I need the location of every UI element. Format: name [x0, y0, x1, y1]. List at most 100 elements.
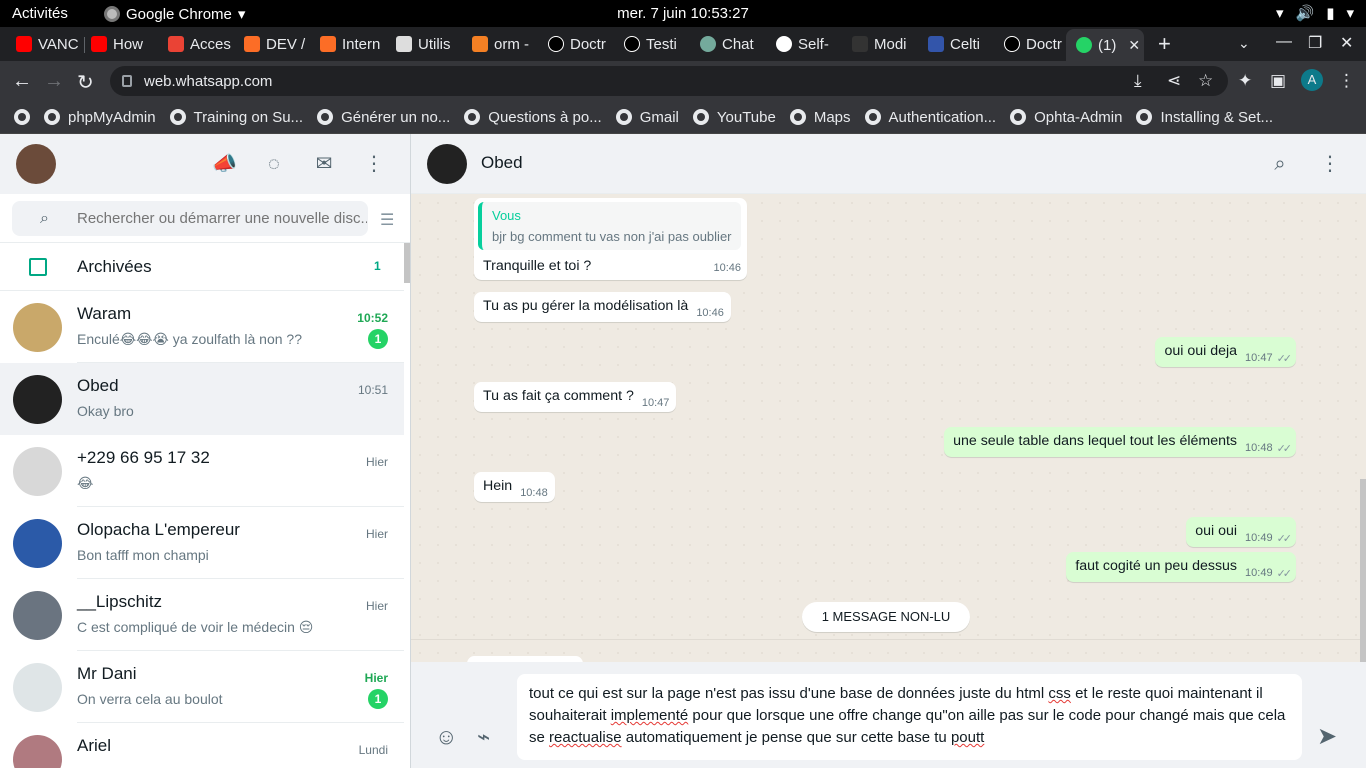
- back-button[interactable]: ←: [12, 70, 32, 93]
- tab[interactable]: Doctr: [988, 31, 1069, 57]
- reload-button[interactable]: ↻: [77, 70, 94, 95]
- tab[interactable]: Utilis: [380, 31, 461, 57]
- stackoverflow-icon: [472, 36, 488, 52]
- maximize-button[interactable]: ❐: [1308, 33, 1322, 53]
- bookmark-item[interactable]: Générer un no...: [317, 109, 450, 126]
- user-avatar[interactable]: [16, 144, 56, 184]
- attach-icon[interactable]: ⌁: [477, 724, 490, 750]
- chat-row[interactable]: Olopacha L'empereur Hier Bon tafff mon c…: [0, 507, 404, 579]
- tab[interactable]: Self-: [760, 31, 841, 57]
- chat-name: Obed: [77, 376, 119, 395]
- symfony-icon: [548, 36, 564, 52]
- archived-row[interactable]: Archivées 1: [0, 243, 404, 291]
- tab-search-icon[interactable]: ⌄: [1238, 35, 1250, 52]
- search-icon[interactable]: ⌕: [1268, 152, 1292, 176]
- bookmark-item[interactable]: Installing & Set...: [1136, 109, 1273, 126]
- filter-icon[interactable]: ☰: [380, 210, 394, 230]
- tab[interactable]: Celti: [912, 31, 993, 57]
- address-bar[interactable]: web.whatsapp.com: [110, 66, 1228, 96]
- tab[interactable]: DEV /: [228, 31, 309, 57]
- forward-button[interactable]: →: [44, 70, 64, 93]
- tab[interactable]: Testi: [608, 31, 689, 57]
- sidebar-scrollbar[interactable]: [404, 243, 410, 283]
- tab[interactable]: Chat: [684, 31, 765, 57]
- tab-label: VANC: [38, 35, 79, 53]
- chat-time: Hier: [364, 671, 388, 685]
- send-icon[interactable]: ➤: [1317, 722, 1337, 751]
- bookmark-item[interactable]: phpMyAdmin: [44, 109, 156, 126]
- bookmark-item[interactable]: Maps: [789, 109, 851, 126]
- conversation-scrollbar[interactable]: [1360, 479, 1366, 662]
- search-icon: ⌕: [40, 209, 49, 227]
- message-incoming[interactable]: Tu as pu gérer la modélisation là 10:46: [474, 292, 731, 322]
- tab[interactable]: Modi: [836, 31, 917, 57]
- menu-icon[interactable]: ⋮: [362, 152, 386, 176]
- app-menu[interactable]: Google Chrome ▾: [104, 5, 245, 23]
- browser-menu-icon[interactable]: ⋮: [1338, 71, 1355, 91]
- chat-row[interactable]: Mr Dani Hier On verra cela au boulot 1: [0, 651, 404, 723]
- status-icon[interactable]: ◌: [262, 152, 286, 176]
- extensions-icon[interactable]: ✦: [1238, 71, 1252, 91]
- tab-whatsapp-active[interactable]: (1) ✕: [1066, 29, 1144, 61]
- activities-button[interactable]: Activités: [12, 5, 68, 22]
- new-chat-icon[interactable]: ✉: [312, 152, 336, 176]
- chat-row[interactable]: Ariel Lundi: [0, 723, 404, 768]
- message-outgoing[interactable]: oui oui deja 10:47 ✓✓: [1155, 337, 1296, 367]
- system-tray[interactable]: ▾ 🔊 ▮ ▾: [1276, 4, 1354, 22]
- message-time: 10:46: [696, 307, 724, 319]
- profile-avatar[interactable]: A: [1301, 69, 1323, 91]
- bookmark-item[interactable]: [14, 109, 30, 125]
- tab-label: DEV /: [266, 35, 306, 53]
- bookmark-item[interactable]: Training on Su...: [169, 109, 303, 126]
- conversation-header[interactable]: Obed ⌕ ⋮: [411, 134, 1366, 194]
- close-window-button[interactable]: ✕: [1340, 33, 1353, 53]
- message-outgoing[interactable]: faut cogité un peu dessus 10:49 ✓✓: [1066, 552, 1296, 582]
- double-check-icon: ✓✓: [1276, 567, 1293, 580]
- tab-label: Chat: [722, 35, 754, 53]
- tab[interactable]: Acces: [152, 31, 233, 57]
- message-outgoing[interactable]: une seule table dans lequel tout les élé…: [944, 427, 1296, 457]
- install-icon[interactable]: ⤓: [1134, 71, 1142, 91]
- quoted-message[interactable]: Vous bjr bg comment tu vas non j'ai pas …: [478, 202, 741, 250]
- tab[interactable]: How: [75, 31, 156, 57]
- message-incoming-reply[interactable]: Vous bjr bg comment tu vas non j'ai pas …: [474, 198, 747, 280]
- bookmark-item[interactable]: Authentication...: [864, 109, 996, 126]
- message-incoming[interactable]: Tu as fait ça comment ? 10:47: [474, 382, 677, 412]
- globe-icon: [14, 109, 30, 125]
- gmail-icon: [168, 36, 184, 52]
- tab[interactable]: Intern: [304, 31, 385, 57]
- close-icon[interactable]: ✕: [1128, 37, 1140, 54]
- tab[interactable]: orm -: [456, 31, 537, 57]
- quote-text: bjr bg comment tu vas non j'ai pas oubli…: [492, 229, 732, 244]
- minimize-button[interactable]: —: [1276, 33, 1292, 51]
- chat-row-selected[interactable]: Obed 10:51 Okay bro: [0, 363, 404, 435]
- share-icon[interactable]: ⋖: [1167, 71, 1181, 91]
- bookmark-item[interactable]: Questions à po...: [464, 108, 602, 126]
- chat-preview: On verra cela au boulot: [77, 691, 223, 707]
- communities-icon[interactable]: 📣: [212, 152, 237, 176]
- chat-row[interactable]: +229 66 95 17 32 Hier 😂: [0, 435, 404, 507]
- tab[interactable]: VANC: [0, 31, 80, 57]
- tab[interactable]: Doctr: [532, 31, 613, 57]
- bookmark-item[interactable]: Ophta-Admin: [1010, 109, 1122, 126]
- chat-row[interactable]: Waram 10:52 Enculé😂😂😭 ya zoulfath là non…: [0, 291, 404, 363]
- message-input[interactable]: tout ce qui est sur la page n'est pas is…: [517, 674, 1302, 760]
- message-text: faut cogité un peu dessus: [1075, 558, 1238, 574]
- message-time: 10:48: [1245, 442, 1273, 454]
- bookmark-item[interactable]: Gmail: [615, 109, 679, 126]
- bookmark-label: Installing & Set...: [1160, 108, 1274, 126]
- bookmark-star-icon[interactable]: ☆: [1198, 71, 1213, 91]
- bookmark-item[interactable]: YouTube: [692, 109, 776, 126]
- search-bar: ⌕ ☰: [0, 194, 410, 243]
- new-tab-button[interactable]: +: [1158, 31, 1171, 57]
- search-input[interactable]: [77, 210, 367, 227]
- menu-icon[interactable]: ⋮: [1318, 152, 1342, 176]
- message-outgoing[interactable]: oui oui 10:49 ✓✓: [1186, 517, 1296, 547]
- chat-row[interactable]: __Lipschitz Hier C est compliqué de voir…: [0, 579, 404, 651]
- side-panel-icon[interactable]: ▣: [1270, 71, 1286, 91]
- bookmark-label: Questions à po...: [488, 108, 602, 126]
- search-box[interactable]: ⌕: [12, 201, 368, 236]
- emoji-icon[interactable]: ☺: [435, 724, 457, 750]
- contact-avatar[interactable]: [427, 144, 467, 184]
- message-incoming[interactable]: Hein 10:48: [474, 472, 555, 502]
